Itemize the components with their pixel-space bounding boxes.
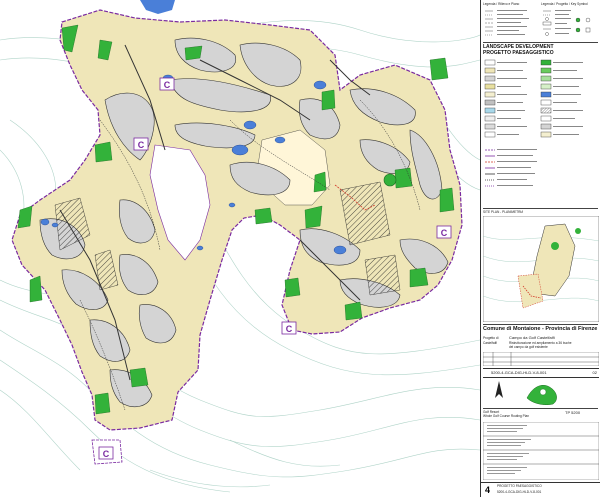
footer-bar: 4 PROGETTO PAESAGGISTICO 5200-4-GCA-DIG-… — [481, 482, 600, 498]
project-desc-2: del campo da golf esistente — [509, 345, 548, 349]
north-arrow-icon — [495, 381, 503, 398]
club-logo-icon — [526, 385, 557, 405]
lake-north — [140, 0, 175, 14]
drawing-rev: 02 — [592, 370, 597, 375]
green-island — [383, 173, 397, 187]
drawing-number: 5200-4-GCA-DIG-HLD-V-8-001 — [491, 370, 547, 375]
club-marker: C — [98, 446, 114, 460]
section-title-progetto: PROGETTO PAESAGGISTICO — [483, 50, 554, 56]
project-name: Campo da Golf Castelfalfi — [509, 335, 555, 340]
drawing-number-row: 5200-4-GCA-DIG-HLD-V-8-001 02 — [483, 368, 599, 378]
footer-number: 4 — [485, 485, 491, 495]
comune-title: Comune di Montaione - Provincia di Firen… — [483, 326, 598, 332]
legend-symbols — [485, 10, 591, 36]
credits-block — [483, 422, 599, 480]
title-block-panel: Legenda / Rilievo e Piano Legenda / Prog… — [480, 0, 600, 497]
project-label: Progetto di — [483, 336, 499, 340]
site-plan-label: SITE PLAN - PLANIMETRIA — [483, 210, 524, 214]
legend-survey-header: Legenda / Rilievo e Piano — [483, 2, 520, 6]
svg-text:C: C — [103, 449, 110, 459]
footer-code: 5200-4-GCA-DIG-HLD-V-8-001 — [497, 490, 542, 494]
drawing-sheet: C C C C C Legenda / Rilievo e Piano Lege… — [0, 0, 600, 497]
client-subtitle: Whole Golf Course Routing Plan — [483, 414, 530, 418]
svg-text:C: C — [138, 140, 145, 150]
club-marker: C — [436, 225, 452, 239]
project-sub: Castelfalfi — [483, 341, 497, 345]
footer-title: PROGETTO PAESAGGISTICO — [497, 484, 542, 488]
club-marker: C — [159, 77, 175, 91]
club-marker: C — [133, 137, 149, 151]
legend-project-header: Legenda / Progetto / Key Symbol — [541, 2, 588, 6]
svg-text:C: C — [164, 80, 171, 90]
svg-text:C: C — [286, 324, 293, 334]
revision-table — [483, 352, 599, 366]
svg-text:C: C — [441, 228, 448, 238]
tp-code: TP 5200 — [565, 410, 581, 415]
club-marker: C — [281, 321, 297, 335]
golf-course-map: C C C C C — [0, 0, 480, 493]
landscape-legend — [484, 59, 583, 187]
site-plan-inset — [483, 216, 599, 322]
